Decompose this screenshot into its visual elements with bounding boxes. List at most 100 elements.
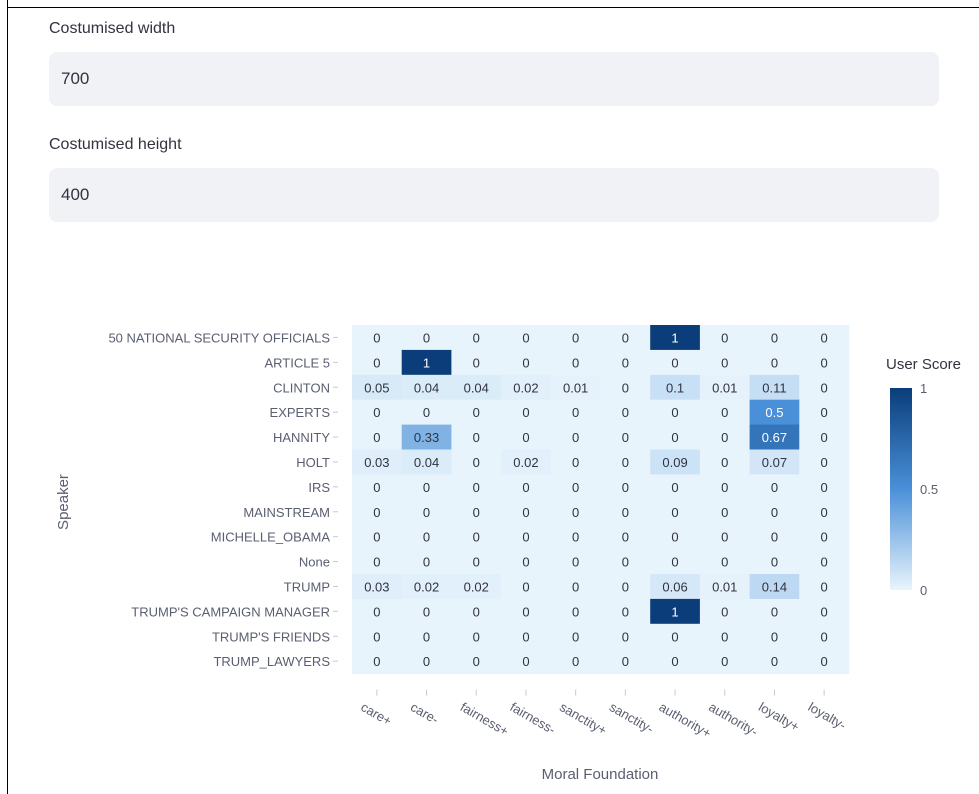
cell-value-label: 0 — [821, 579, 828, 594]
cell-value-label: 0 — [572, 405, 579, 420]
cell-value-label: 0 — [373, 629, 380, 644]
cell-value-label: 0 — [622, 530, 629, 545]
y-tick-label: TRUMP_LAWYERS — [213, 654, 330, 669]
cell-value-label: 0.5 — [765, 405, 783, 420]
cell-value-label: 0.11 — [762, 380, 786, 395]
x-tick-label: fairness+ — [458, 699, 512, 739]
cell-value-label: 0 — [821, 604, 828, 619]
cell-value-label: 0 — [671, 555, 678, 570]
cell-value-label: 0 — [622, 480, 629, 495]
cell-value-label: 0 — [721, 455, 728, 470]
cell-value-label: 0 — [522, 654, 529, 669]
x-tick-label: loyalty- — [806, 699, 849, 733]
cell-value-label: 0.02 — [513, 380, 538, 395]
cell-value-label: 0 — [522, 604, 529, 619]
colorbar — [890, 388, 912, 590]
cell-value-label: 0 — [821, 654, 828, 669]
cell-value-label: 0 — [473, 480, 480, 495]
cell-value-label: 0 — [771, 604, 778, 619]
y-tick-label: TRUMP'S FRIENDS — [212, 629, 330, 644]
cell-value-label: 0 — [473, 355, 480, 370]
cell-value-label: 0 — [373, 480, 380, 495]
y-tick-label: MAINSTREAM — [243, 505, 330, 520]
cell-value-label: 0 — [572, 505, 579, 520]
cell-value-label: 0 — [721, 629, 728, 644]
cell-value-label: 0 — [473, 330, 480, 345]
cell-value-label: 0 — [423, 505, 430, 520]
cell-value-label: 0 — [423, 629, 430, 644]
cell-value-label: 0 — [721, 430, 728, 445]
x-tick-label: care+ — [358, 699, 394, 728]
cell-value-label: 0 — [622, 604, 629, 619]
cell-value-label: 0.1 — [666, 380, 684, 395]
cell-value-label: 0 — [821, 430, 828, 445]
cell-value-label: 0 — [721, 505, 728, 520]
x-tick-label: sanctity- — [607, 699, 656, 736]
cell-value-label: 0 — [622, 555, 629, 570]
cell-value-label: 0 — [821, 405, 828, 420]
y-tick-label: ARTICLE 5 — [264, 355, 330, 370]
cell-value-label: 0 — [522, 555, 529, 570]
colorbar-tick-label: 0.5 — [920, 482, 938, 497]
cell-value-label: 0 — [622, 405, 629, 420]
cell-value-label: 0 — [771, 629, 778, 644]
cell-value-label: 0 — [572, 330, 579, 345]
cell-value-label: 0 — [423, 330, 430, 345]
cell-value-label: 0 — [721, 355, 728, 370]
y-axis-title: Speaker — [55, 474, 72, 530]
cell-value-label: 0 — [721, 555, 728, 570]
cell-value-label: 0 — [373, 654, 380, 669]
y-tick-label: CLINTON — [273, 380, 330, 395]
cell-value-label: 1 — [423, 355, 430, 370]
cell-value-label: 0 — [622, 455, 629, 470]
cell-value-label: 0 — [373, 430, 380, 445]
x-axis-title: Moral Foundation — [542, 766, 659, 783]
cell-value-label: 0 — [671, 654, 678, 669]
x-tick-label: sanctity+ — [557, 699, 609, 738]
x-tick-label: authority- — [706, 699, 760, 739]
cell-value-label: 0 — [821, 530, 828, 545]
cell-value-label: 0 — [572, 579, 579, 594]
cell-value-label: 0 — [771, 355, 778, 370]
cell-value-label: 0.05 — [364, 380, 389, 395]
cell-value-label: 0 — [522, 530, 529, 545]
cell-value-label: 0 — [771, 480, 778, 495]
cell-value-label: 0 — [622, 330, 629, 345]
cell-value-label: 0 — [821, 505, 828, 520]
cell-value-label: 0 — [671, 355, 678, 370]
cell-value-label: 0 — [771, 654, 778, 669]
cell-value-label: 0 — [671, 480, 678, 495]
cell-value-label: 0 — [522, 480, 529, 495]
cell-value-label: 0.01 — [712, 380, 737, 395]
cell-value-label: 0 — [473, 604, 480, 619]
cell-value-label: 0 — [572, 629, 579, 644]
cell-value-label: 0 — [473, 555, 480, 570]
cell-value-label: 0.14 — [762, 579, 787, 594]
cell-value-label: 0 — [622, 629, 629, 644]
heatmap-chart: 0 0 0 0 0 0 1 0 0 0 0 1 0 0 0 0 0 0 0 0 0.05 0.04 0.04 0.02 0.01… — [55, 325, 961, 783]
y-tick-label: TRUMP — [284, 579, 330, 594]
cell-value-label: 0 — [423, 480, 430, 495]
y-tick-label: 50 NATIONAL SECURITY OFFICIALS — [108, 330, 330, 345]
cell-value-label: 0 — [572, 430, 579, 445]
cell-value-label: 0 — [721, 330, 728, 345]
cell-value-label: 0 — [423, 530, 430, 545]
cell-value-label: 0 — [771, 530, 778, 545]
cell-value-label: 0.06 — [662, 579, 687, 594]
cell-value-label: 0 — [423, 555, 430, 570]
cell-value-label: 0.33 — [414, 430, 439, 445]
cell-value-label: 0 — [473, 430, 480, 445]
cell-value-label: 0.03 — [364, 579, 389, 594]
cell-value-label: 0.01 — [712, 579, 737, 594]
cell-value-label: 0 — [671, 405, 678, 420]
cell-value-label: 0 — [671, 430, 678, 445]
cell-value-label: 0 — [821, 480, 828, 495]
cell-value-label: 0 — [721, 654, 728, 669]
colorbar-tick-label: 1 — [920, 381, 927, 396]
cell-value-label: 0 — [473, 505, 480, 520]
x-tick-label: care- — [408, 699, 441, 727]
cell-value-label: 1 — [671, 330, 678, 345]
cell-value-label: 0 — [622, 654, 629, 669]
cell-value-label: 0 — [622, 380, 629, 395]
cell-value-label: 0 — [522, 505, 529, 520]
